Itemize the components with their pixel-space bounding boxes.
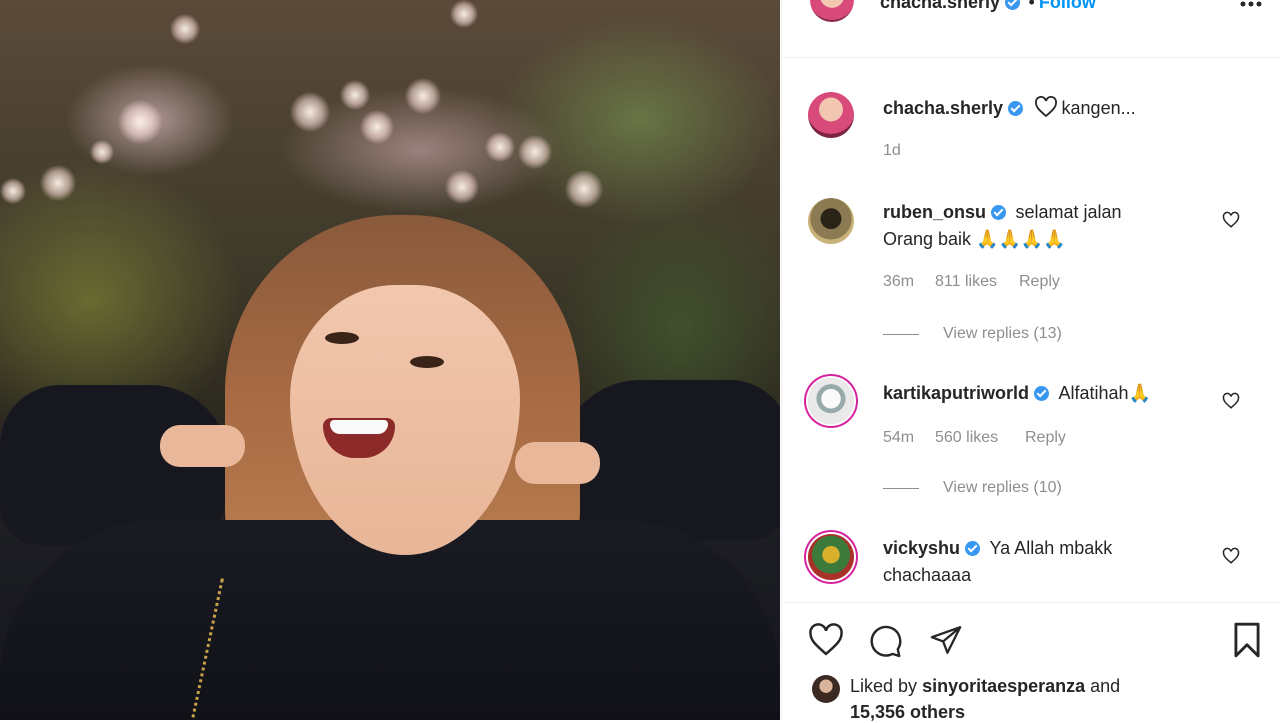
bokeh-light: [0, 178, 26, 204]
liker-avatar[interactable]: [812, 675, 840, 703]
comment-avatar[interactable]: [808, 378, 854, 424]
comment-username[interactable]: ruben_onsu: [883, 202, 986, 222]
like-comment-heart-icon[interactable]: [1222, 547, 1240, 565]
comment: ruben_onsu selamat jalan: [883, 202, 1122, 223]
comment-text: Ya Allah mbakk: [989, 538, 1113, 558]
eye: [325, 332, 359, 344]
hand: [515, 442, 600, 484]
caption-username[interactable]: chacha.sherly: [883, 98, 1003, 118]
comments-panel: chacha.sherly • Follow chacha.sherly kang…: [781, 0, 1280, 722]
bokeh-light: [90, 140, 114, 164]
comment-avatar[interactable]: [808, 534, 854, 580]
verified-badge-icon: [1005, 0, 1021, 10]
teeth: [330, 420, 388, 434]
separator-dot: •: [1028, 0, 1035, 12]
bokeh-light: [405, 78, 441, 114]
caption-text: kangen...: [1061, 98, 1136, 118]
share-paper-plane-icon[interactable]: [927, 623, 965, 657]
view-replies-button[interactable]: View replies (13): [943, 325, 1062, 343]
replies-divider: [883, 488, 919, 489]
liked-by-user[interactable]: sinyoritaesperanza: [922, 676, 1085, 696]
author-username[interactable]: chacha.sherly: [880, 0, 1000, 12]
post-actions-bar: Liked by sinyoritaesperanza and 15,356 o…: [782, 602, 1280, 722]
bokeh-light: [340, 80, 370, 110]
post-photo[interactable]: [0, 0, 780, 720]
view-replies-button[interactable]: View replies (10): [943, 479, 1062, 497]
comment-age: 36m: [883, 273, 915, 290]
bokeh-light: [360, 110, 394, 144]
like-comment-heart-icon[interactable]: [1222, 211, 1240, 229]
caption-age: 1d: [883, 142, 901, 159]
reply-button[interactable]: Reply: [1019, 273, 1060, 291]
verified-badge-icon: [965, 541, 981, 556]
bokeh-light: [565, 170, 603, 208]
bokeh-light: [485, 132, 515, 162]
liked-by-others[interactable]: 15,356 others: [850, 702, 965, 722]
comment-avatar[interactable]: [808, 198, 854, 244]
liked-by-and: and: [1090, 676, 1121, 696]
verified-badge-icon: [991, 205, 1007, 220]
replies-divider: [883, 334, 919, 335]
caption: chacha.sherly kangen...: [883, 96, 1136, 119]
bokeh-light: [170, 14, 200, 44]
comment-bubble-icon[interactable]: [866, 623, 904, 659]
eye: [410, 356, 444, 368]
comment-text: Alfatihah🙏: [1058, 383, 1151, 403]
comment-age: 54m: [883, 429, 915, 446]
comment: vickyshu Ya Allah mbakk: [883, 538, 1112, 559]
reply-button[interactable]: Reply: [1025, 429, 1066, 447]
save-bookmark-icon[interactable]: [1230, 621, 1264, 659]
like-comment-heart-icon[interactable]: [1222, 392, 1240, 410]
verified-badge-icon: [1034, 386, 1050, 401]
comment-username[interactable]: vickyshu: [883, 538, 960, 558]
bokeh-light: [518, 135, 552, 169]
comment-likes[interactable]: 811 likes: [935, 273, 997, 291]
bokeh-light: [450, 0, 478, 28]
bokeh-light: [118, 100, 162, 144]
bokeh-light: [40, 165, 76, 201]
like-heart-icon[interactable]: [807, 623, 845, 657]
comment-text-line: chachaaaa: [883, 565, 972, 585]
liked-by-line: Liked by sinyoritaesperanza and: [850, 676, 1120, 697]
bokeh-light: [445, 170, 479, 204]
comment-likes[interactable]: 560 likes: [935, 429, 998, 447]
comment-username[interactable]: kartikaputriworld: [883, 383, 1029, 403]
caption-avatar[interactable]: [808, 92, 854, 138]
post-header: chacha.sherly • Follow: [782, 0, 1280, 58]
hand: [160, 425, 245, 467]
heart-outline-icon: [1034, 96, 1057, 118]
bokeh-light: [290, 92, 330, 132]
comment: kartikaputriworld Alfatihah🙏: [883, 383, 1151, 404]
verified-badge-icon: [1008, 101, 1024, 116]
comment-text: selamat jalan: [1015, 202, 1122, 222]
liked-by-prefix: Liked by: [850, 676, 918, 696]
follow-button[interactable]: Follow: [1039, 0, 1096, 12]
more-options-icon[interactable]: [1240, 0, 1262, 10]
author-avatar[interactable]: [810, 0, 854, 22]
comment-text-line: Orang baik 🙏🙏🙏🙏: [883, 229, 1066, 249]
